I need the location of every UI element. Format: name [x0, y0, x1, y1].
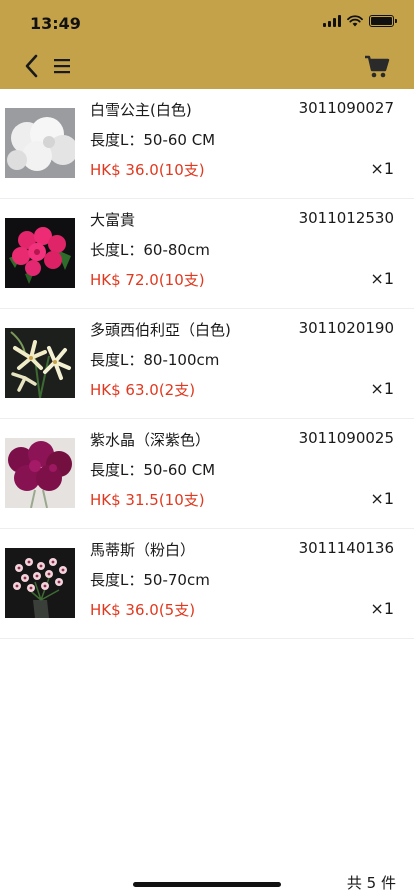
- product-image: [5, 438, 75, 508]
- product-name: 大富貴: [90, 211, 136, 229]
- product-item[interactable]: 白雪公主(白色) 3011090027 長度L：50-60 CM HK$ 36.…: [0, 89, 414, 199]
- purple-carnations-photo: [5, 438, 75, 508]
- product-quantity: ×1: [370, 599, 394, 618]
- status-bar: 13:49: [0, 0, 414, 46]
- product-length: 長度L：50-70cm: [90, 571, 210, 589]
- product-length: 長度L：80-100cm: [90, 351, 220, 369]
- wifi-icon: [347, 15, 363, 27]
- cellular-signal-icon: [323, 15, 341, 27]
- product-image: [5, 108, 75, 178]
- product-code: 3011012530: [298, 209, 394, 227]
- battery-icon: [369, 15, 397, 27]
- chevron-left-icon: [25, 54, 38, 78]
- home-indicator[interactable]: [133, 882, 281, 887]
- product-quantity: ×1: [370, 379, 394, 398]
- pink-daisies-photo: [5, 548, 75, 618]
- product-list: 白雪公主(白色) 3011090027 長度L：50-60 CM HK$ 36.…: [0, 89, 414, 639]
- product-name: 多頭西伯利亞（白色): [90, 321, 231, 339]
- product-item[interactable]: 紫水晶（深紫色） 3011090025 長度L：50-60 CM HK$ 31.…: [0, 419, 414, 529]
- product-item[interactable]: 大富貴 3011012530 长度L：60-80cm HK$ 72.0(10支)…: [0, 199, 414, 309]
- back-button[interactable]: [20, 52, 44, 80]
- hamburger-menu-icon: [54, 59, 70, 74]
- product-code: 3011020190: [298, 319, 394, 337]
- product-item[interactable]: 馬蒂斯（粉白） 3011140136 長度L：50-70cm HK$ 36.0(…: [0, 529, 414, 639]
- shopping-cart-icon: [365, 55, 390, 78]
- product-code: 3011090025: [298, 429, 394, 447]
- product-length: 长度L：60-80cm: [90, 241, 210, 259]
- menu-button[interactable]: [52, 56, 72, 76]
- app-header: 13:49: [0, 0, 414, 89]
- nav-bar: [0, 46, 414, 89]
- white-lilies-photo: [5, 328, 75, 398]
- product-length: 長度L：50-60 CM: [90, 461, 216, 479]
- product-quantity: ×1: [370, 269, 394, 288]
- product-length: 長度L：50-60 CM: [90, 131, 216, 149]
- status-icons: [323, 15, 397, 27]
- product-price: HK$ 31.5(10支): [90, 491, 205, 509]
- product-name: 馬蒂斯（粉白）: [90, 541, 196, 559]
- product-price: HK$ 72.0(10支): [90, 271, 205, 289]
- product-name: 紫水晶（深紫色）: [90, 431, 211, 449]
- product-price: HK$ 36.0(5支): [90, 601, 196, 619]
- product-code: 3011090027: [298, 99, 394, 117]
- product-image: [5, 548, 75, 618]
- white-carnations-photo: [5, 108, 75, 178]
- product-code: 3011140136: [298, 539, 394, 557]
- product-price: HK$ 63.0(2支): [90, 381, 196, 399]
- product-image: [5, 218, 75, 288]
- product-quantity: ×1: [370, 489, 394, 508]
- product-item[interactable]: 多頭西伯利亞（白色) 3011020190 長度L：80-100cm HK$ 6…: [0, 309, 414, 419]
- product-name: 白雪公主(白色): [90, 101, 192, 119]
- status-time: 13:49: [30, 14, 81, 33]
- total-count: 共 5 件: [346, 874, 396, 892]
- cart-button[interactable]: [364, 52, 390, 80]
- product-price: HK$ 36.0(10支): [90, 161, 205, 179]
- product-quantity: ×1: [370, 159, 394, 178]
- product-image: [5, 328, 75, 398]
- pink-roses-photo: [5, 218, 75, 288]
